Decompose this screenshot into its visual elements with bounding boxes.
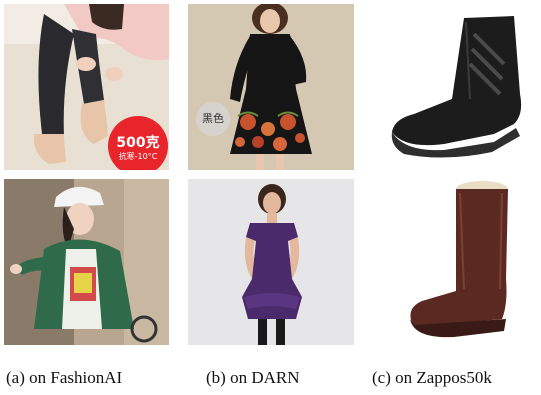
caption-fashionai: (a) on FashionAI <box>6 368 123 387</box>
purple-dress-photo <box>188 179 354 345</box>
color-badge: 黑色 <box>196 102 230 136</box>
caption-zappos50k: (c) on Zappos50k <box>372 368 492 387</box>
black-boot-photo <box>374 4 540 170</box>
jacket-photo <box>4 179 169 345</box>
weight-badge: 500克 抗寒-10°C <box>108 116 168 170</box>
leggings-photo: 500克 抗寒-10°C <box>4 4 169 170</box>
badge-note-text: 抗寒-10°C <box>118 152 158 161</box>
badge-weight-text: 500克 <box>116 135 160 151</box>
black-dress-photo: 黑色 <box>188 4 354 170</box>
brown-boot-photo <box>374 179 540 345</box>
caption-darn: (b) on DARN <box>206 368 300 387</box>
